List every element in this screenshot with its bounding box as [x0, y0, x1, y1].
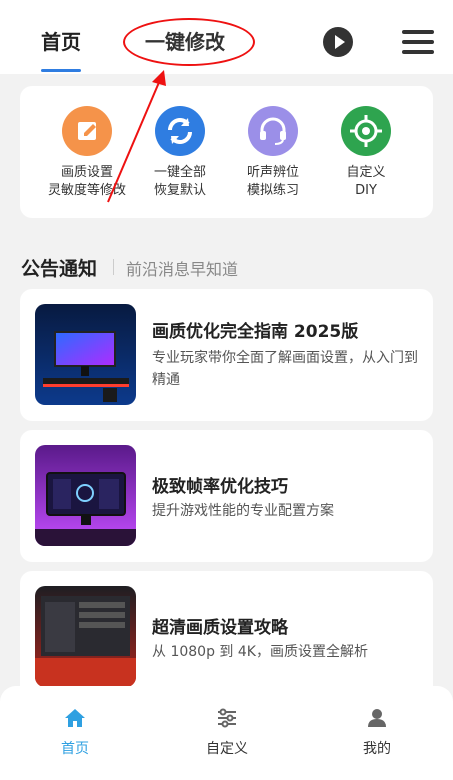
home-icon — [65, 709, 85, 727]
article-description: 从 1080p 到 4K，画质设置全解析 — [152, 644, 368, 660]
article-card[interactable]: 画质优化完全指南 2025版 专业玩家带你全面了解画面设置，从入门到精通 — [20, 289, 433, 421]
quick-action-label: 自定义 — [346, 165, 386, 180]
edit-icon — [62, 106, 112, 156]
user-icon — [368, 709, 386, 727]
bottom-nav: 首页 自定义 我的 — [0, 686, 453, 780]
nav-label: 我的 — [363, 741, 391, 757]
section-divider — [113, 259, 114, 275]
article-card[interactable]: 超清画质设置攻略 从 1080p 到 4K，画质设置全解析 — [20, 571, 433, 703]
quick-action-label: 听声辨位 — [246, 165, 299, 180]
quick-action-sublabel: 恢复默认 — [153, 183, 206, 198]
article-thumbnail — [35, 304, 136, 405]
menu-icon[interactable] — [402, 28, 434, 56]
annotation-ellipse — [123, 18, 255, 66]
quick-action-restore-defaults[interactable]: 一键全部 恢复默认 — [135, 106, 225, 200]
quick-action-label: 一键全部 — [153, 165, 206, 180]
nav-label: 自定义 — [206, 741, 248, 757]
nav-customize[interactable]: 自定义 — [187, 708, 267, 758]
quick-actions-card: 画质设置 灵敏度等修改 一键全部 恢复默认 听声辨位 模拟练习 自定义 DIY — [20, 86, 433, 218]
article-description: 提升游戏性能的专业配置方案 — [152, 503, 334, 519]
refresh-icon — [155, 106, 205, 156]
sliders-icon — [218, 708, 236, 728]
nav-label: 首页 — [61, 741, 89, 757]
tab-home[interactable]: 首页 — [41, 28, 81, 56]
play-icon[interactable] — [323, 27, 353, 57]
quick-action-label: 画质设置 — [60, 165, 113, 180]
article-card[interactable]: 极致帧率优化技巧 提升游戏性能的专业配置方案 — [20, 430, 433, 562]
tab-home-underline — [41, 69, 81, 72]
article-title: 超清画质设置攻略 — [152, 618, 288, 638]
announcements-title: 公告通知 — [21, 258, 98, 280]
nav-mine[interactable]: 我的 — [337, 708, 417, 758]
article-thumbnail — [35, 445, 136, 546]
quick-action-sublabel: DIY — [355, 183, 377, 198]
target-icon — [341, 106, 391, 156]
quick-action-sublabel: 模拟练习 — [246, 183, 299, 198]
headset-icon — [248, 106, 298, 156]
quick-action-picture-settings[interactable]: 画质设置 灵敏度等修改 — [42, 106, 132, 200]
quick-action-diy[interactable]: 自定义 DIY — [321, 106, 411, 200]
article-thumbnail — [35, 586, 136, 687]
article-title: 画质优化完全指南 2025版 — [152, 322, 359, 342]
quick-action-sublabel: 灵敏度等修改 — [47, 183, 126, 198]
quick-action-sound-practice[interactable]: 听声辨位 模拟练习 — [228, 106, 318, 200]
article-title: 极致帧率优化技巧 — [152, 477, 288, 497]
article-description: 专业玩家带你全面了解画面设置，从入门到精通 — [152, 350, 418, 388]
nav-home[interactable]: 首页 — [35, 708, 115, 758]
announcements-subtitle: 前沿消息早知道 — [126, 260, 239, 279]
top-bar: 首页 一键修改 — [0, 0, 453, 74]
